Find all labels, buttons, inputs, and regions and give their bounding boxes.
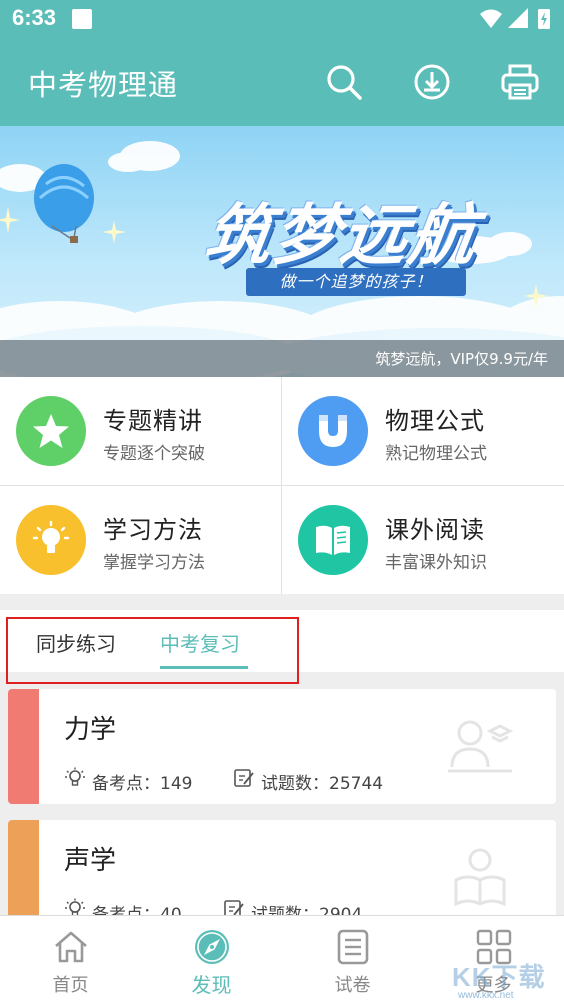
card-points-label: 备考点：149 <box>92 774 193 794</box>
status-time: 6:33 <box>12 5 57 30</box>
topic-card-mechanics[interactable]: 力学 备考点：149 试题数：25744 <box>8 689 556 804</box>
feature-icon-bg <box>298 396 368 466</box>
paper-icon <box>337 929 369 965</box>
feature-title: 专题精讲 <box>103 407 203 435</box>
banner-tagline: 做一个追梦的孩子！ <box>246 268 466 296</box>
nav-label: 发现 <box>191 973 232 997</box>
star-icon <box>33 414 69 448</box>
reader-icon <box>454 848 506 907</box>
teacher-icon <box>448 720 514 773</box>
nav-label: 试卷 <box>334 975 371 996</box>
notification-icon <box>72 9 92 29</box>
home-icon <box>55 931 87 963</box>
feature-subtitle: 专题逐个突破 <box>103 444 205 464</box>
feature-title: 学习方法 <box>103 516 203 544</box>
watermark-url: www.kkx.net <box>458 990 514 1001</box>
lightbulb-icon <box>65 767 85 786</box>
download-icon <box>414 64 450 100</box>
status-bar: 6:33 <box>0 0 564 38</box>
nav-home[interactable]: 首页 <box>0 916 141 1004</box>
banner-caption: 筑梦远航，VIP仅9.9元/年 <box>375 350 548 368</box>
section-tabs: 同步练习 中考复习 <box>0 610 564 672</box>
feature-subtitle: 丰富课外知识 <box>385 553 487 573</box>
feature-title: 课外阅读 <box>385 516 485 544</box>
nav-papers[interactable]: 试卷 <box>282 916 423 1004</box>
feature-icon-bg <box>16 396 86 466</box>
feature-study-methods[interactable]: 学习方法 掌握学习方法 <box>0 486 281 594</box>
tab-sync-practice[interactable]: 同步练习 <box>36 628 116 657</box>
edit-icon <box>234 769 254 787</box>
hot-air-balloon-icon <box>34 164 94 243</box>
nav-discover[interactable]: 发现 <box>141 916 282 1004</box>
lightbulb-icon <box>32 520 70 553</box>
banner-caption-bar: 筑梦远航，VIP仅9.9元/年 <box>0 340 564 377</box>
card-questions-label: 试题数：25744 <box>261 774 384 794</box>
banner-headline: 筑梦远航 <box>199 197 483 274</box>
watermark-text: KK下载 <box>452 962 546 992</box>
printer-icon <box>501 64 539 100</box>
card-title: 声学 <box>64 846 117 876</box>
signal-icon <box>508 8 528 28</box>
wifi-icon <box>480 9 502 28</box>
feature-subtitle: 掌握学习方法 <box>103 553 205 573</box>
feature-topic-lectures[interactable]: 专题精讲 专题逐个突破 <box>0 377 281 485</box>
app-bar: 中考物理通 <box>0 38 564 126</box>
promo-banner[interactable]: 筑梦远航 做一个追梦的孩子！ 筑梦远航，VIP仅9.9元/年 <box>0 126 564 377</box>
card-title: 力学 <box>64 715 117 745</box>
divider <box>0 485 564 486</box>
app-title: 中考物理通 <box>28 68 179 102</box>
print-button[interactable] <box>498 60 542 104</box>
feature-icon-bg <box>298 505 368 575</box>
active-tab-indicator <box>160 666 248 669</box>
feature-title: 物理公式 <box>385 407 485 435</box>
feature-grid: 专题精讲 专题逐个突破 物理公式 熟记物理公式 学习方法 掌握学习方法 课外阅读… <box>0 377 564 594</box>
book-icon <box>316 525 350 555</box>
compass-icon <box>195 930 229 964</box>
download-button[interactable] <box>410 60 454 104</box>
feature-extra-reading[interactable]: 课外阅读 丰富课外知识 <box>282 486 563 594</box>
feature-physics-formulas[interactable]: 物理公式 熟记物理公式 <box>282 377 563 485</box>
tab-exam-review[interactable]: 中考复习 <box>160 628 240 657</box>
search-icon <box>327 65 362 100</box>
card-color-stripe <box>8 689 39 804</box>
feature-subtitle: 熟记物理公式 <box>385 444 487 464</box>
status-icons <box>480 8 550 29</box>
search-button[interactable] <box>322 60 366 104</box>
magnet-icon <box>319 415 347 447</box>
feature-icon-bg <box>16 505 86 575</box>
nav-label: 首页 <box>52 975 89 996</box>
